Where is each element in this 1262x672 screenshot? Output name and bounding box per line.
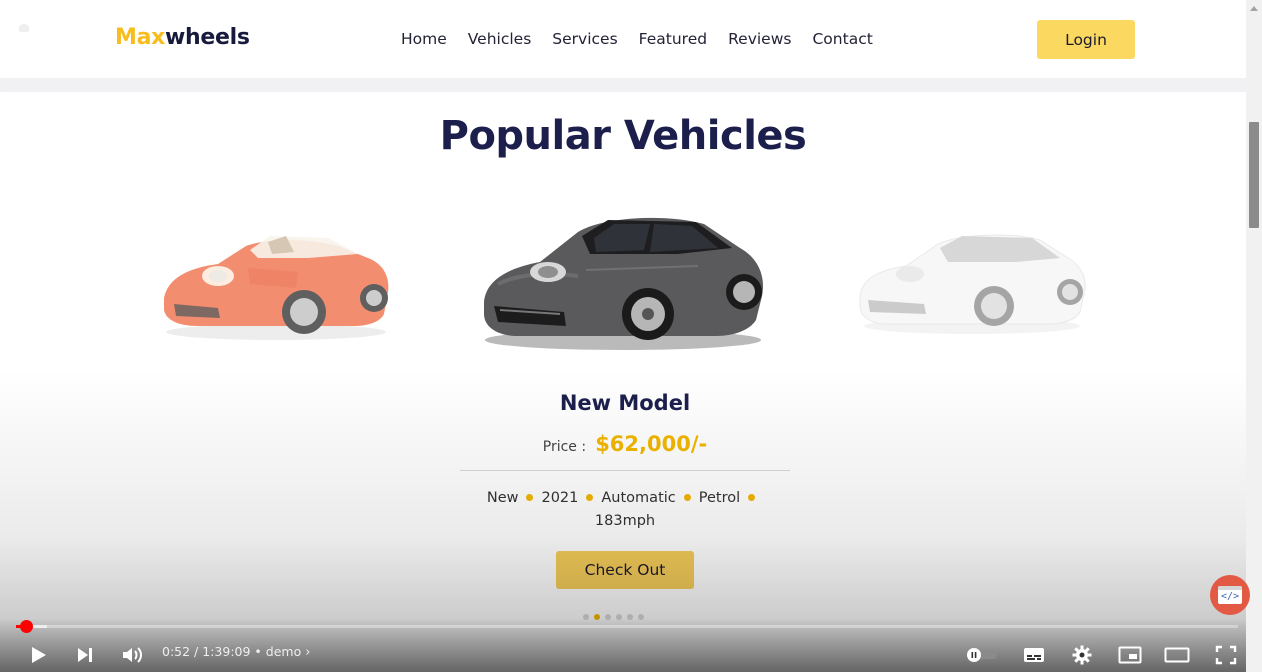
nav-featured[interactable]: Featured [639, 30, 707, 48]
subtitles-icon[interactable] [1022, 644, 1046, 666]
theater-icon[interactable] [1163, 644, 1191, 666]
code-badge-icon[interactable]: </> [1210, 575, 1250, 615]
nav-vehicles[interactable]: Vehicles [468, 30, 532, 48]
price-row: Price : $62,000/- [460, 432, 790, 456]
price-value: $62,000/- [595, 432, 708, 456]
volume-icon[interactable] [120, 644, 144, 666]
spec-separator-dot [586, 494, 594, 501]
car-center-image[interactable] [478, 210, 768, 352]
fullscreen-icon[interactable] [1213, 644, 1239, 666]
model-name: New Model [559, 391, 691, 415]
autoplay-toggle-icon[interactable] [965, 644, 999, 666]
play-icon[interactable] [28, 644, 50, 666]
main-nav: Home Vehicles Services Featured Reviews … [401, 30, 873, 48]
card-divider [460, 470, 790, 471]
brand-suffix: wheels [165, 25, 250, 50]
spec-year: 2021 [541, 490, 579, 506]
nav-services[interactable]: Services [552, 30, 617, 48]
section-title: Popular Vehicles [0, 113, 1246, 159]
web-page-viewport: Maxwheels Home Vehicles Services Feature… [0, 0, 1246, 672]
section-title-highlight: Vehicles [623, 113, 807, 159]
settings-icon[interactable] [1070, 644, 1094, 666]
progress-scrubber-handle[interactable] [20, 620, 34, 633]
section-title-plain: Popular [439, 113, 611, 159]
check-out-button[interactable]: Check Out [556, 551, 694, 589]
time-total: 1:39:09 [202, 644, 251, 659]
faint-icon [19, 24, 29, 32]
spec-separator-dot [683, 494, 691, 501]
car-left-image[interactable] [158, 228, 394, 344]
spec-separator-dot [526, 494, 534, 501]
login-button[interactable]: Login [1037, 20, 1135, 59]
spec-condition: New [486, 490, 519, 506]
nav-home[interactable]: Home [401, 30, 447, 48]
spec-transmission: Automatic [601, 490, 676, 506]
brand-prefix: Max [115, 25, 166, 50]
code-window-icon: </> [1218, 586, 1242, 604]
brand-logo[interactable]: Maxwheels [115, 25, 250, 50]
scroll-up-arrow-icon[interactable] [1250, 6, 1258, 11]
video-player-controls: 0:52 / 1:39:09 • demo › [0, 618, 1246, 672]
spec-top-speed: 183mph [594, 513, 656, 529]
spec-separator-dot [748, 494, 756, 501]
spec-fuel: Petrol [698, 490, 741, 506]
price-label: Price : [542, 439, 587, 455]
nav-reviews[interactable]: Reviews [728, 30, 791, 48]
header-underbar [0, 78, 1246, 92]
site-header: Maxwheels Home Vehicles Services Feature… [0, 0, 1246, 92]
progress-bar[interactable] [16, 620, 1238, 633]
scrollbar-thumb[interactable] [1249, 122, 1259, 228]
spec-list: New 2021 Automatic Petrol 183mph [475, 487, 775, 533]
next-icon[interactable] [74, 644, 96, 666]
car-right-image[interactable] [856, 230, 1088, 336]
time-display: 0:52 / 1:39:09 • demo › [162, 644, 311, 660]
chevron-right-icon[interactable]: › [305, 645, 310, 660]
miniplayer-icon[interactable] [1117, 644, 1143, 666]
chapter-title[interactable]: demo [266, 644, 301, 659]
time-current: 0:52 [162, 644, 191, 659]
page-scrollbar[interactable] [1246, 0, 1262, 672]
nav-contact[interactable]: Contact [812, 30, 872, 48]
